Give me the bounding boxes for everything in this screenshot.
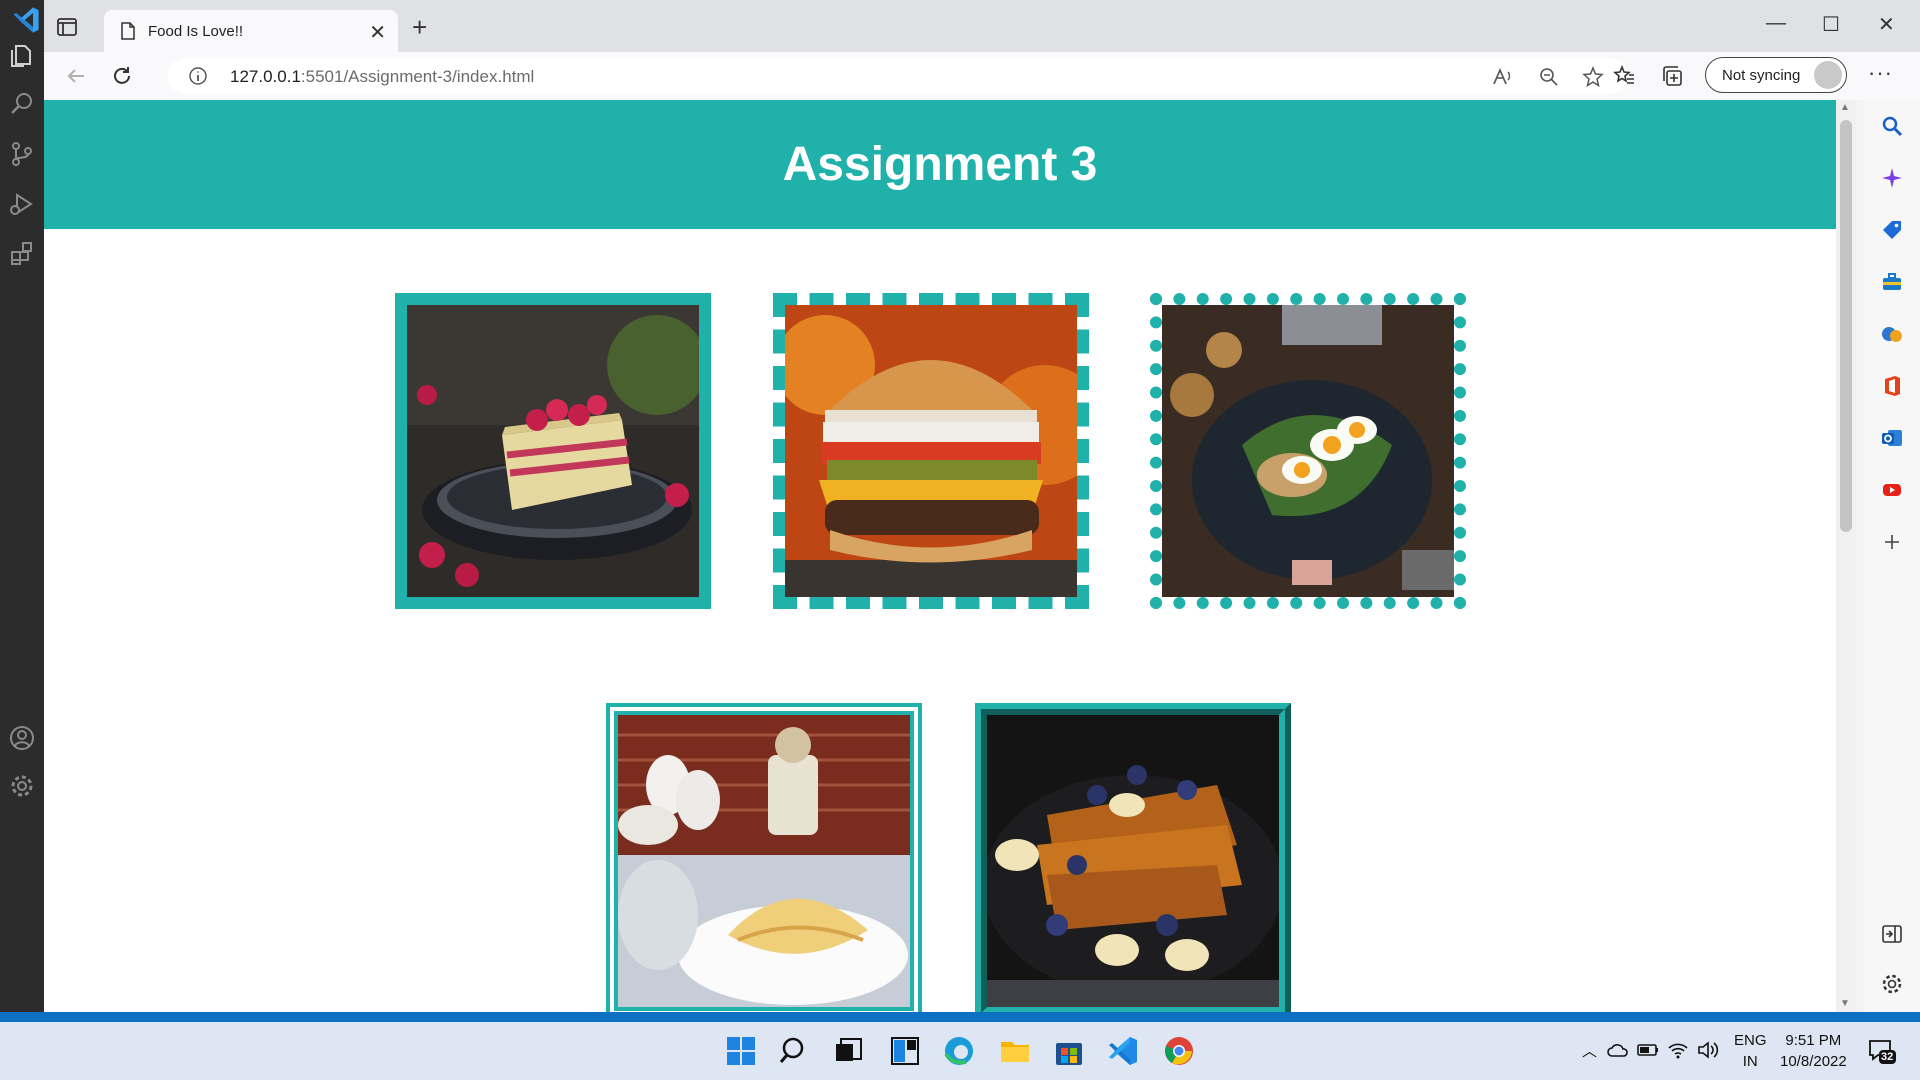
games-icon[interactable] [1880, 322, 1904, 346]
onedrive-cloud-icon[interactable] [1606, 1038, 1630, 1062]
vscode-status-bar [0, 1012, 1920, 1022]
shopping-tag-icon[interactable] [1880, 218, 1904, 242]
egg-salad-photo [1162, 305, 1454, 597]
edge-sidebar [1864, 100, 1920, 1012]
manage-gear-icon[interactable] [8, 772, 36, 800]
image-frame-solid [395, 293, 711, 609]
show-hidden-icons-icon[interactable]: ︿ [1582, 1040, 1597, 1061]
microsoft-store-icon[interactable] [1052, 1034, 1086, 1068]
accounts-icon[interactable] [8, 724, 36, 752]
vertical-scrollbar[interactable]: ▲ ▼ [1836, 100, 1856, 1012]
tab-title: Food Is Love!! [148, 23, 244, 40]
page-header: Assignment 3 [44, 100, 1836, 229]
page-icon [120, 22, 136, 40]
tools-briefcase-icon[interactable] [1880, 270, 1904, 294]
new-tab-button[interactable]: + [412, 12, 427, 43]
url-host: 127.0.0.1 [230, 67, 301, 86]
minimize-button[interactable]: — [1766, 12, 1786, 35]
add-sidebar-app-icon[interactable] [1880, 530, 1904, 554]
run-debug-icon[interactable] [8, 190, 36, 218]
vscode-logo-icon [12, 6, 39, 33]
clock-date: 10/8/2022 [1780, 1053, 1847, 1070]
close-tab-icon[interactable]: ✕ [369, 20, 386, 45]
maximize-button[interactable]: ☐ [1822, 12, 1840, 37]
url-path: :5501/Assignment-3/index.html [300, 67, 535, 86]
vscode-activity-bar [0, 0, 44, 1012]
site-info-icon[interactable] [188, 66, 208, 86]
profile-sync-button[interactable]: Not syncing [1705, 57, 1847, 93]
explorer-icon[interactable] [8, 42, 36, 70]
image-frame-ridge [975, 703, 1291, 1012]
refresh-icon[interactable] [110, 64, 134, 88]
collections-icon[interactable] [1660, 64, 1684, 88]
browser-window: Food Is Love!! ✕ + — ☐ ✕ 127.0.0.1:5501/… [44, 0, 1920, 1012]
task-view-icon[interactable] [832, 1034, 866, 1068]
windows-start-icon[interactable] [724, 1034, 758, 1068]
page-viewport: Assignment 3 [44, 100, 1836, 1012]
favorites-icon[interactable] [1612, 64, 1636, 88]
scroll-down-arrow[interactable]: ▼ [1840, 998, 1850, 1009]
vscode-taskbar-icon[interactable] [1106, 1034, 1140, 1068]
notification-count: 32 [1881, 1051, 1894, 1063]
volume-icon[interactable] [1696, 1038, 1720, 1062]
windows-taskbar: ︿ ENG IN 9:51 PM 10/8/2022 32 [0, 1022, 1920, 1080]
image-frame-double [606, 703, 922, 1012]
language-indicator[interactable]: ENG IN [1734, 1030, 1767, 1072]
chrome-taskbar-icon[interactable] [1162, 1034, 1196, 1068]
burger-photo [785, 305, 1077, 597]
tab-actions-icon[interactable] [54, 14, 80, 40]
scrollbar-thumb[interactable] [1840, 120, 1852, 532]
address-bar[interactable]: 127.0.0.1:5501/Assignment-3/index.html [168, 58, 1628, 94]
sync-label: Not syncing [1722, 67, 1801, 84]
taskbar-search-icon[interactable] [778, 1034, 812, 1068]
system-clock[interactable]: 9:51 PM 10/8/2022 [1780, 1030, 1847, 1072]
language-code: ENG [1734, 1032, 1767, 1049]
search-icon[interactable] [8, 90, 36, 118]
raspberry-cake-photo [407, 305, 699, 597]
wifi-icon[interactable] [1666, 1038, 1690, 1062]
edge-taskbar-icon[interactable] [942, 1034, 976, 1068]
settings-gear-icon[interactable] [1880, 972, 1904, 996]
close-window-button[interactable]: ✕ [1878, 12, 1895, 37]
url-text: 127.0.0.1:5501/Assignment-3/index.html [230, 67, 534, 87]
outlook-icon[interactable] [1880, 426, 1904, 450]
browser-tab[interactable]: Food Is Love!! ✕ [104, 10, 398, 52]
zoom-out-icon[interactable] [1538, 66, 1560, 88]
clock-time: 9:51 PM [1785, 1032, 1842, 1049]
profile-avatar [1814, 61, 1842, 89]
notification-center-icon[interactable]: 32 [1866, 1036, 1896, 1066]
image-frame-dashed [773, 293, 1089, 609]
language-region: IN [1742, 1053, 1758, 1070]
more-options-icon[interactable]: ··· [1868, 60, 1893, 86]
source-control-icon[interactable] [8, 140, 36, 168]
battery-icon[interactable] [1636, 1038, 1660, 1062]
read-aloud-icon[interactable] [1492, 66, 1514, 88]
hide-sidebar-icon[interactable] [1880, 922, 1904, 946]
extensions-icon[interactable] [8, 240, 36, 268]
search-icon[interactable] [1880, 114, 1904, 138]
youtube-icon[interactable] [1880, 478, 1904, 502]
crepes-photo [618, 715, 910, 1007]
tab-strip: Food Is Love!! ✕ + — ☐ ✕ [44, 0, 1920, 52]
widgets-icon[interactable] [888, 1034, 922, 1068]
copilot-sparkle-icon[interactable] [1880, 166, 1904, 190]
file-explorer-icon[interactable] [998, 1034, 1032, 1068]
add-favorite-icon[interactable] [1582, 66, 1604, 88]
french-toast-photo [987, 715, 1279, 1007]
office-icon[interactable] [1880, 374, 1904, 398]
image-frame-dotted [1150, 293, 1466, 609]
page-title: Assignment 3 [782, 138, 1098, 191]
browser-toolbar: 127.0.0.1:5501/Assignment-3/index.html N… [44, 52, 1920, 100]
scroll-up-arrow[interactable]: ▲ [1840, 102, 1850, 113]
back-icon[interactable] [64, 64, 88, 88]
